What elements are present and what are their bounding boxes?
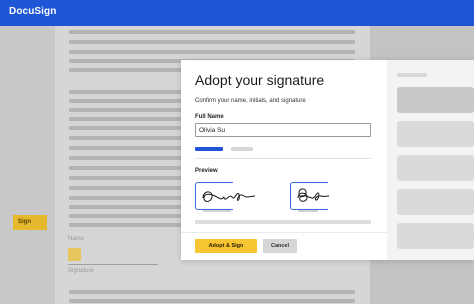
full-name-input[interactable]: Olivia Su [195,123,371,137]
tab-draw[interactable] [231,147,253,151]
text-line [69,50,355,54]
top-bar: DocuSign [0,0,474,26]
signature-style-option[interactable] [397,189,474,215]
signature-preview-underline [203,210,231,212]
text-line [69,30,355,34]
text-line [69,290,355,294]
initials-preview-icon [297,188,330,202]
name-field[interactable] [68,248,81,261]
full-name-label: Full Name [195,114,224,120]
signature-style-option[interactable] [397,121,474,147]
options-header-placeholder [397,73,427,77]
legal-text-placeholder [195,220,371,224]
modal-main-panel: Adopt your signature Confirm your name, … [181,60,387,260]
style-options-panel [387,60,474,260]
signature-field-label: Signature [68,268,94,274]
signature-style-option[interactable] [397,87,474,113]
initials-preview-underline [298,210,318,212]
footer-divider [181,232,387,233]
signature-preview-icon [202,191,256,202]
modal-subtitle: Confirm your name, initials, and signatu… [195,98,306,104]
name-field-label: Name [68,236,85,242]
cancel-button[interactable]: Cancel [263,239,297,253]
tab-signature-style[interactable] [195,147,223,151]
section-divider [195,158,371,159]
text-line [69,299,355,303]
sign-here-tag[interactable]: Sign [13,215,47,230]
adopt-signature-modal: Adopt your signature Confirm your name, … [181,60,474,260]
signature-style-option[interactable] [397,223,474,249]
modal-title: Adopt your signature [195,72,325,88]
adopt-and-sign-button[interactable]: Adopt & Sign [195,239,257,253]
preview-label: Preview [195,168,218,174]
text-line [69,40,355,44]
signature-style-option[interactable] [397,155,474,181]
name-underline [68,264,158,265]
docusign-logo: DocuSign [9,6,57,17]
